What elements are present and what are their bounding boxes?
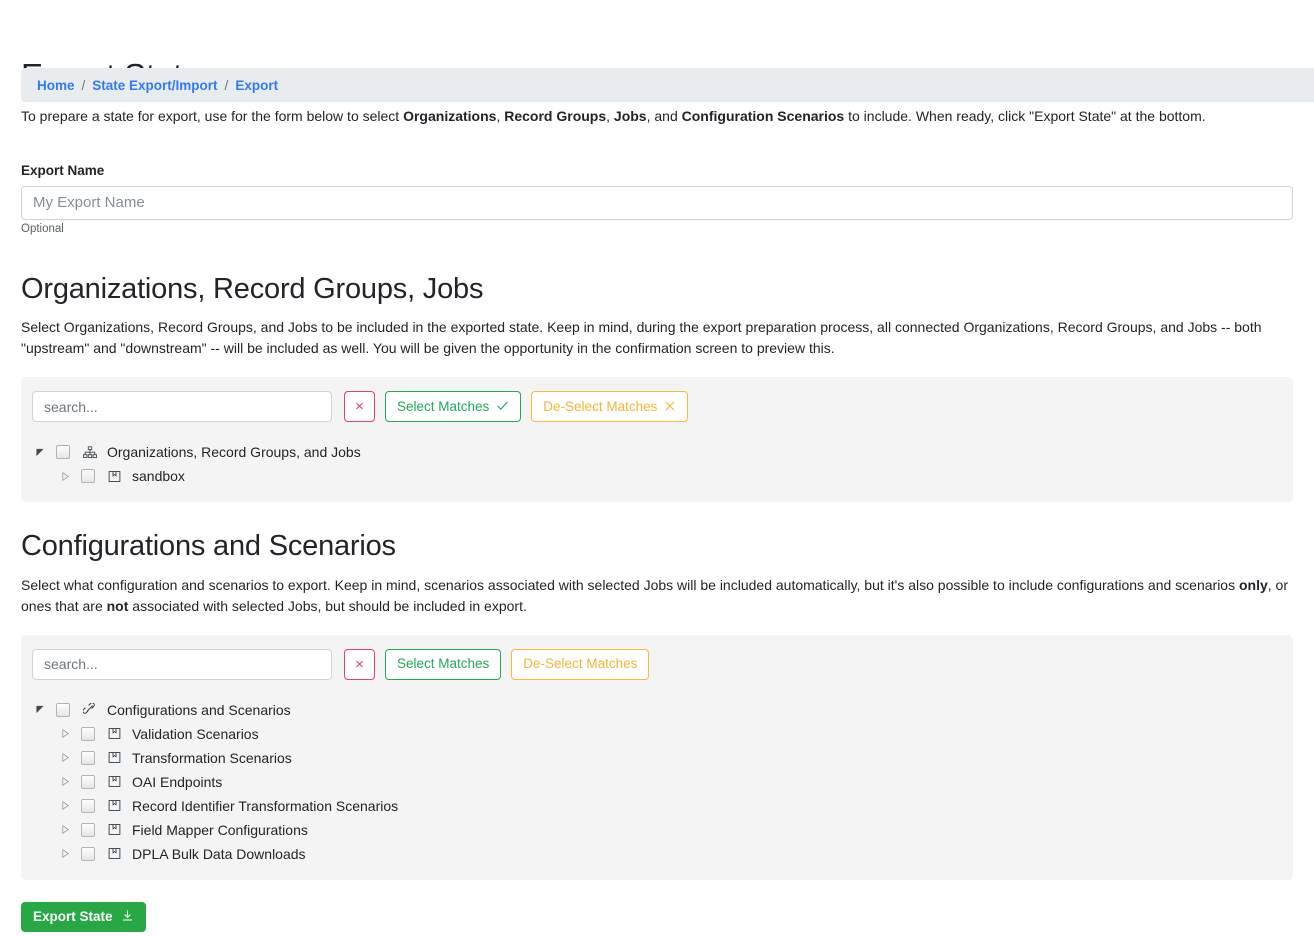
config-select-matches-button[interactable]: Select Matches <box>385 648 502 680</box>
page-intro: To prepare a state for export, use for t… <box>21 106 1293 127</box>
tree-node[interactable]: OAI Endpoints <box>32 770 1282 794</box>
config-desc-bold-only: only <box>1238 576 1268 593</box>
orgs-select-matches-label: Select Matches <box>397 399 490 415</box>
orgs-search-input[interactable] <box>32 391 332 423</box>
close-icon: × <box>355 398 364 416</box>
tree-node-checkbox[interactable] <box>81 750 95 765</box>
archive-icon <box>106 751 123 764</box>
intro-text-5: to include. When ready, click "Export St… <box>844 107 1206 124</box>
tree-twisty-expanded-icon[interactable] <box>32 448 48 457</box>
sitemap-icon <box>81 446 98 459</box>
tree-node-checkbox[interactable] <box>81 726 95 741</box>
breadcrumb-item-home[interactable]: Home <box>37 78 75 93</box>
config-section-description: Select what configuration and scenarios … <box>21 575 1293 617</box>
tree-node-label: DPLA Bulk Data Downloads <box>132 845 306 862</box>
download-icon <box>121 909 134 925</box>
tree-node-label: Configurations and Scenarios <box>107 701 291 718</box>
export-state-page: Home / State Export/Import / Export Expo… <box>0 57 1314 932</box>
archive-icon <box>106 775 123 788</box>
config-desc-bold-not: not <box>106 597 129 614</box>
tree-node-label: Validation Scenarios <box>132 725 259 742</box>
orgs-select-matches-button[interactable]: Select Matches <box>385 391 522 423</box>
orgs-deselect-matches-button[interactable]: De-Select Matches <box>531 391 689 423</box>
tree-node[interactable]: Transformation Scenarios <box>32 746 1282 770</box>
tree-node[interactable]: DPLA Bulk Data Downloads <box>32 842 1282 866</box>
tree-node-label: OAI Endpoints <box>132 773 223 790</box>
tree-node-checkbox[interactable] <box>56 702 70 717</box>
tree-node-checkbox[interactable] <box>81 469 95 484</box>
tree-node-checkbox[interactable] <box>81 774 95 789</box>
tree-node-label: Organizations, Record Groups, and Jobs <box>107 444 361 461</box>
tree-twisty-collapsed-icon[interactable] <box>57 777 73 787</box>
tree-twisty-collapsed-icon[interactable] <box>57 753 73 763</box>
tree-node[interactable]: Organizations, Record Groups, and Jobs <box>32 440 1282 464</box>
intro-text-4: , and <box>646 107 682 124</box>
config-tree-panel: × Select Matches De-Select Matches Confi… <box>21 634 1293 880</box>
archive-icon <box>106 470 123 483</box>
orgs-clear-search-button[interactable]: × <box>344 391 375 423</box>
tree-node-label: Transformation Scenarios <box>132 749 292 766</box>
breadcrumb-separator: / <box>224 77 229 93</box>
intro-bold-record-groups: Record Groups <box>504 107 607 124</box>
orgs-section-description: Select Organizations, Record Groups, and… <box>21 319 1262 357</box>
tree-twisty-collapsed-icon[interactable] <box>57 825 73 835</box>
orgs-tree-panel: × Select Matches De-Select Matches Organ… <box>21 377 1293 503</box>
intro-text-1: To prepare a state for export, use for t… <box>21 107 404 124</box>
breadcrumb-item-state-export-import[interactable]: State Export/Import <box>92 78 217 93</box>
tree-twisty-expanded-icon[interactable] <box>32 705 48 714</box>
export-state-button-label: Export State <box>33 909 113 925</box>
tree-node-label: Record Identifier Transformation Scenari… <box>132 797 399 814</box>
orgs-section-title: Organizations, Record Groups, Jobs <box>21 272 484 305</box>
export-state-button[interactable]: Export State <box>21 901 146 932</box>
link-icon <box>81 703 98 716</box>
export-name-input[interactable] <box>21 185 1293 220</box>
config-desc-1: Select what configuration and scenarios … <box>21 576 1239 593</box>
tree-node[interactable]: Record Identifier Transformation Scenari… <box>32 794 1282 818</box>
tree-node-label: Field Mapper Configurations <box>132 821 308 838</box>
config-section-title: Configurations and Scenarios <box>21 530 396 563</box>
archive-icon <box>106 727 123 740</box>
tree-node-checkbox[interactable] <box>81 846 95 861</box>
breadcrumb-item-export[interactable]: Export <box>235 78 278 93</box>
tree-node-checkbox[interactable] <box>81 798 95 813</box>
tree-node-checkbox[interactable] <box>56 445 70 460</box>
config-deselect-matches-button[interactable]: De-Select Matches <box>511 648 650 680</box>
intro-text-3: , <box>606 107 614 124</box>
tree-node[interactable]: Field Mapper Configurations <box>32 818 1282 842</box>
export-name-field-group: Export Name Optional <box>21 163 1293 235</box>
config-tree: Configurations and Scenarios Validation S… <box>32 698 1282 866</box>
breadcrumb-separator: / <box>81 77 86 93</box>
export-name-help-text: Optional <box>21 222 64 235</box>
intro-bold-organizations: Organizations <box>403 107 497 124</box>
tree-twisty-collapsed-icon[interactable] <box>57 729 73 739</box>
intro-bold-configuration-scenarios: Configuration Scenarios <box>681 107 845 124</box>
tree-node-label: sandbox <box>132 468 185 485</box>
tree-twisty-collapsed-icon[interactable] <box>57 849 73 859</box>
config-toolbar: × Select Matches De-Select Matches <box>32 648 1282 680</box>
tree-node[interactable]: Validation Scenarios <box>32 722 1282 746</box>
close-icon: × <box>355 655 364 673</box>
config-search-input[interactable] <box>32 648 332 680</box>
tree-node-checkbox[interactable] <box>81 822 95 837</box>
tree-node[interactable]: Configurations and Scenarios <box>32 698 1282 722</box>
tree-twisty-collapsed-icon[interactable] <box>57 471 73 481</box>
tree-node[interactable]: sandbox <box>32 464 1282 488</box>
archive-icon <box>106 847 123 860</box>
archive-icon <box>106 799 123 812</box>
config-desc-3: associated with selected Jobs, but shoul… <box>128 597 527 614</box>
check-icon <box>496 399 509 415</box>
archive-icon <box>106 823 123 836</box>
orgs-deselect-matches-label: De-Select Matches <box>543 399 658 415</box>
intro-bold-jobs: Jobs <box>613 107 647 124</box>
export-name-label: Export Name <box>21 162 105 178</box>
tree-twisty-collapsed-icon[interactable] <box>57 801 73 811</box>
breadcrumb: Home / State Export/Import / Export <box>21 68 1314 102</box>
orgs-tree: Organizations, Record Groups, and Jobs sa… <box>32 440 1282 488</box>
config-clear-search-button[interactable]: × <box>344 648 375 680</box>
orgs-toolbar: × Select Matches De-Select Matches <box>32 391 1282 423</box>
times-icon <box>664 400 676 415</box>
